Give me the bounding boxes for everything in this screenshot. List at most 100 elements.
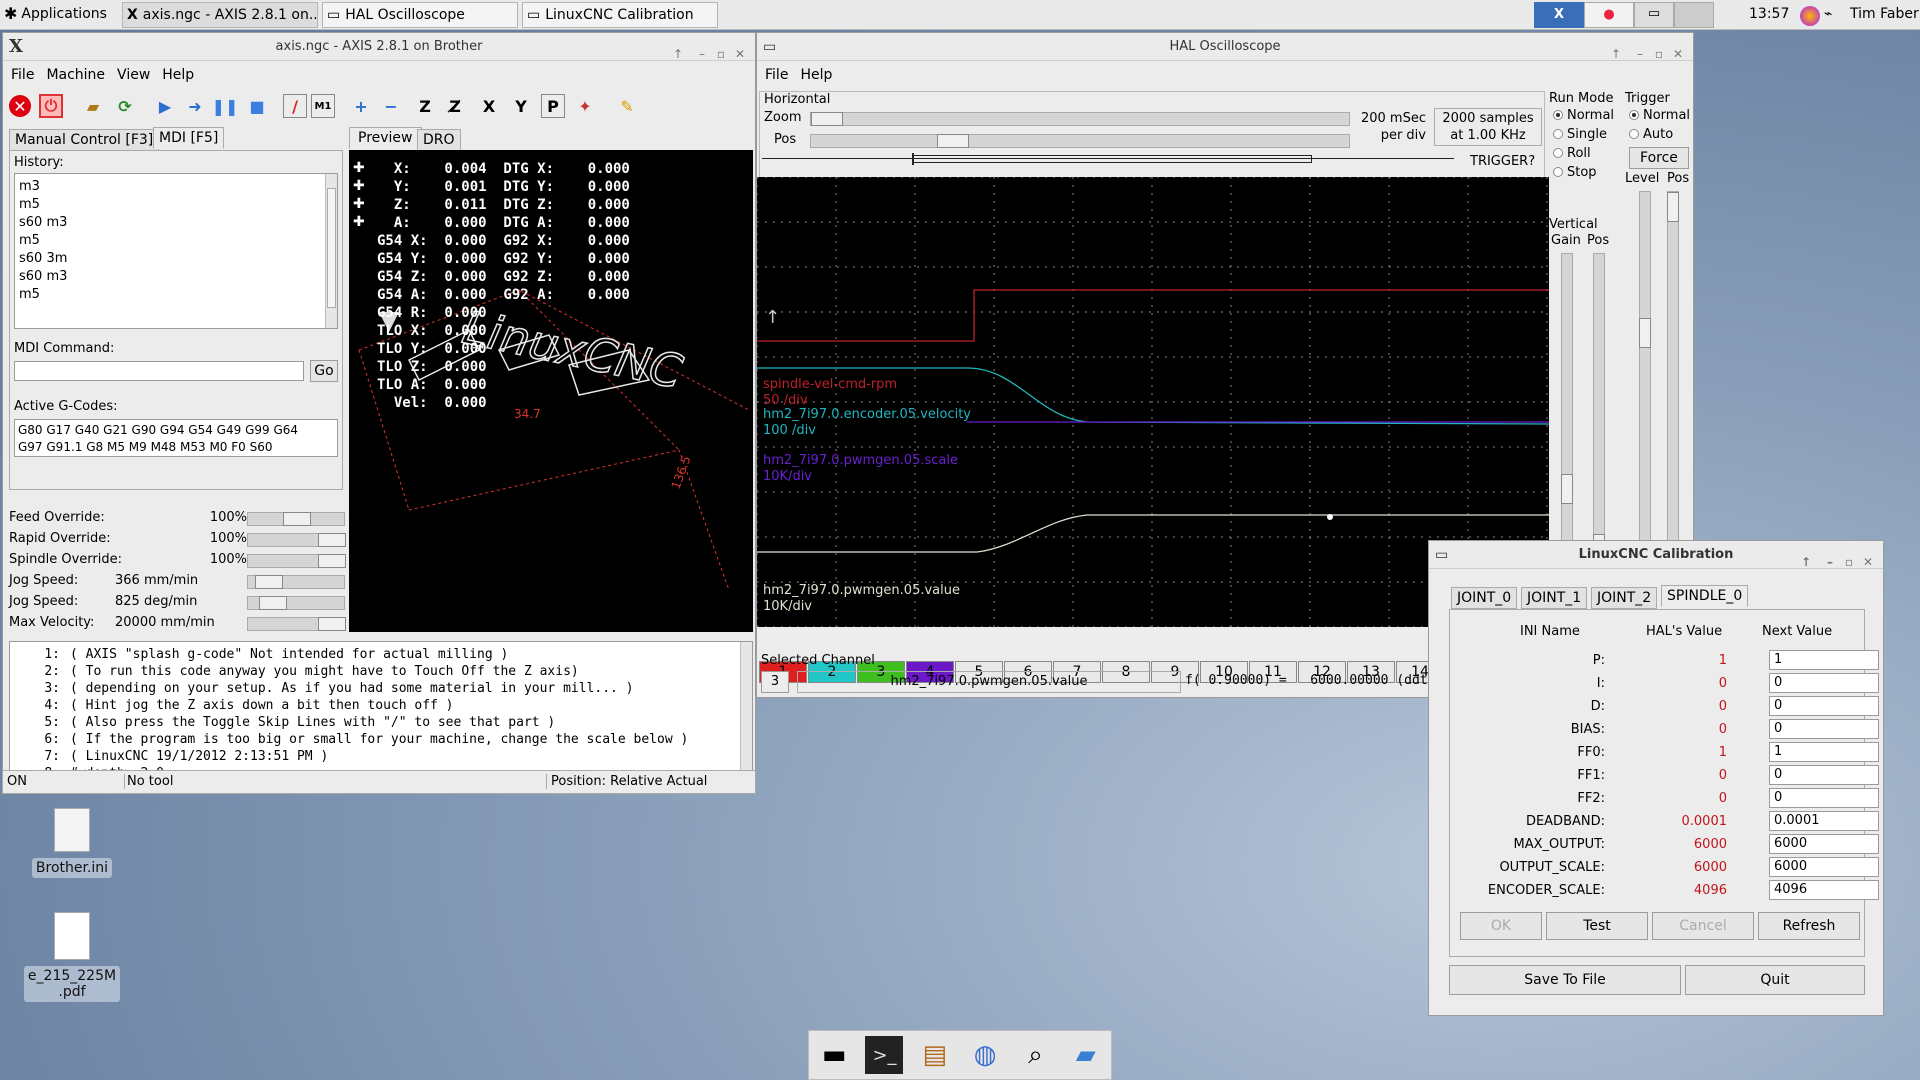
workspace-3[interactable]: ▭	[1634, 2, 1674, 28]
tab-dro[interactable]: DRO	[417, 129, 461, 151]
go-button[interactable]: Go	[310, 360, 338, 382]
scope-menu-help[interactable]: Help	[800, 64, 832, 86]
history-item[interactable]: m5	[19, 286, 67, 304]
runmode-option[interactable]: Stop	[1553, 163, 1625, 182]
tab-joint-2[interactable]: JOINT_2	[1591, 587, 1658, 609]
tab-joint-0[interactable]: JOINT_0	[1451, 587, 1518, 609]
force-button[interactable]: Force	[1629, 147, 1689, 169]
next-value-input[interactable]: 1	[1769, 650, 1879, 670]
trigger-option[interactable]: Auto	[1629, 125, 1691, 144]
view-z2-icon[interactable]: Z̸	[443, 94, 467, 118]
menu-view[interactable]: View	[117, 64, 150, 86]
workspace-1[interactable]: X	[1534, 2, 1584, 28]
step-icon[interactable]: ➜	[183, 94, 207, 118]
gcode-line[interactable]: 3: ( depending on your setup. As if you h…	[10, 680, 688, 697]
desktop-icon-pdf[interactable]: e_215_225M .pdf	[24, 912, 120, 1002]
window-menu-icon[interactable]: ▭	[1435, 541, 1448, 569]
workspace-2[interactable]: ●	[1584, 2, 1634, 28]
override-knob[interactable]	[318, 617, 346, 631]
quit-button[interactable]: Quit	[1685, 965, 1865, 995]
terminal-icon[interactable]: >_	[865, 1036, 904, 1074]
tab-mdi[interactable]: MDI [F5]	[153, 127, 225, 149]
next-value-input[interactable]: 0.0001	[1769, 811, 1879, 831]
window-up-icon[interactable]: ↑	[1801, 548, 1811, 576]
next-value-input[interactable]: 6000	[1769, 834, 1879, 854]
zoom-in-icon[interactable]: +	[349, 94, 373, 118]
preview-canvas[interactable]: LinuxCNC 34.7 136.5 X: 0.004 DTG X: 0.00…	[349, 150, 753, 632]
minimize-icon[interactable]: –	[1827, 548, 1833, 576]
zoom-out-icon[interactable]: −	[379, 94, 403, 118]
selected-channel-name[interactable]: hm2_7i97.0.pwmgen.05.value	[797, 671, 1181, 693]
history-scrollbar[interactable]	[325, 174, 337, 328]
window-menu-icon[interactable]: ▭	[763, 33, 776, 61]
task-axis[interactable]: X axis.ngc - AXIS 2.8.1 on...	[122, 2, 318, 28]
task-scope[interactable]: ▭ HAL Oscilloscope	[322, 2, 518, 28]
override-slider[interactable]	[247, 575, 345, 589]
history-item[interactable]: m5	[19, 196, 67, 214]
runmode-option[interactable]: Single	[1553, 125, 1625, 144]
power-icon[interactable]: ⏻	[39, 94, 63, 118]
next-value-input[interactable]: 6000	[1769, 857, 1879, 877]
override-knob[interactable]	[259, 596, 287, 610]
history-list[interactable]: m3 m5 s60 m3 m5 s60 3m s60 m3 m5	[14, 173, 338, 329]
gcode-line[interactable]: 7: ( LinuxCNC 19/1/2012 2:13:51 PM )	[10, 748, 688, 765]
next-value-input[interactable]: 0	[1769, 788, 1879, 808]
tab-manual-control[interactable]: Manual Control [F3]	[9, 129, 160, 151]
gcode-line[interactable]: 6: ( If the program is too big or small f…	[10, 731, 688, 748]
tray-icon[interactable]	[1800, 6, 1820, 26]
menu-machine[interactable]: Machine	[46, 64, 105, 86]
zoom-slider[interactable]	[810, 112, 1350, 126]
pos-slider[interactable]	[810, 134, 1350, 148]
view-x-icon[interactable]: X	[477, 94, 501, 118]
override-slider[interactable]	[247, 617, 346, 631]
runmode-option[interactable]: Normal	[1553, 106, 1625, 125]
override-slider[interactable]	[247, 533, 346, 547]
next-value-input[interactable]: 0	[1769, 696, 1879, 716]
stop-icon[interactable]: ■	[245, 94, 269, 118]
runmode-option[interactable]: Roll	[1553, 144, 1625, 163]
file-manager-icon[interactable]: ▤	[916, 1036, 954, 1074]
override-slider[interactable]	[247, 554, 346, 568]
view-y-icon[interactable]: Y	[509, 94, 533, 118]
override-knob[interactable]	[283, 512, 311, 526]
zoom-knob[interactable]	[811, 112, 843, 126]
next-value-input[interactable]: 1	[1769, 742, 1879, 762]
override-slider[interactable]	[247, 512, 345, 526]
menu-help[interactable]: Help	[162, 64, 194, 86]
history-item[interactable]: s60 3m	[19, 250, 67, 268]
override-knob[interactable]	[318, 533, 346, 547]
folder-icon[interactable]: ▰	[1067, 1036, 1105, 1074]
save-to-file-button[interactable]: Save To File	[1449, 965, 1681, 995]
gcode-line[interactable]: 4: ( Hint jog the Z axis down a bit then …	[10, 697, 688, 714]
block-delete-icon[interactable]: /	[283, 94, 307, 118]
override-knob[interactable]	[255, 575, 283, 589]
next-value-input[interactable]: 0	[1769, 673, 1879, 693]
reload-icon[interactable]: ⟳	[113, 94, 137, 118]
tab-preview[interactable]: Preview	[349, 127, 422, 149]
next-value-input[interactable]: 0	[1769, 719, 1879, 739]
gain-knob[interactable]	[1561, 474, 1573, 504]
override-slider[interactable]	[247, 596, 345, 610]
mdi-command-input[interactable]	[14, 361, 304, 381]
menu-file[interactable]: File	[11, 64, 34, 86]
cancel-button[interactable]: Cancel	[1652, 912, 1754, 940]
ok-button[interactable]: OK	[1460, 912, 1542, 940]
show-desktop-icon[interactable]: ▬	[815, 1036, 853, 1074]
samples-readout[interactable]: 2000 samples at 1.00 KHz	[1434, 108, 1542, 146]
refresh-button[interactable]: Refresh	[1758, 912, 1860, 940]
next-value-input[interactable]: 0	[1769, 765, 1879, 785]
workspace-4[interactable]	[1674, 2, 1714, 28]
pause-icon[interactable]: ❚❚	[212, 94, 239, 118]
scroll-thumb[interactable]	[327, 188, 336, 308]
trigger-pos-knob[interactable]	[1667, 192, 1679, 222]
test-button[interactable]: Test	[1546, 912, 1648, 940]
maximize-icon[interactable]: ▫	[1845, 548, 1853, 576]
gcode-line[interactable]: 2: ( To run this code anyway you might ha…	[10, 663, 688, 680]
gcode-line[interactable]: 5: ( Also press the Toggle Skip Lines wit…	[10, 714, 688, 731]
tab-spindle-0[interactable]: SPINDLE_0	[1661, 585, 1749, 607]
network-icon[interactable]: ⌁	[1824, 6, 1832, 22]
rotate-icon[interactable]: ✦	[573, 94, 597, 118]
override-knob[interactable]	[318, 554, 346, 568]
user-name[interactable]: Tim Faber	[1850, 6, 1919, 22]
history-item[interactable]: m3	[19, 178, 67, 196]
